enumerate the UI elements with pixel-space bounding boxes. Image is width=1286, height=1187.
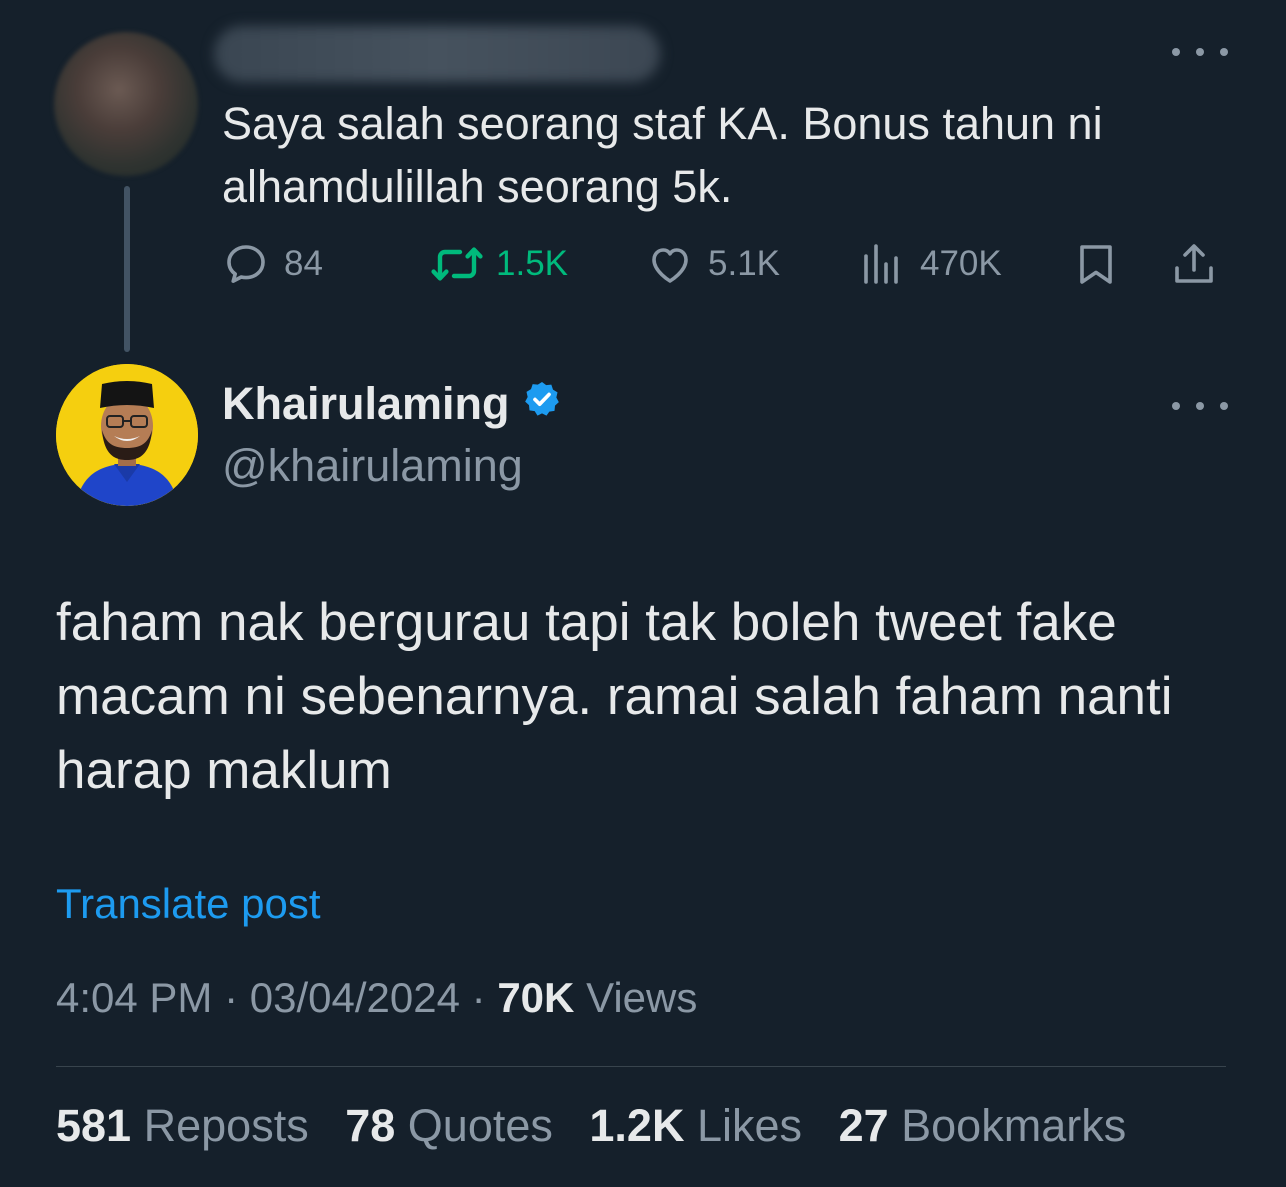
author-handle[interactable]: @khairulaming xyxy=(222,440,523,492)
share-icon xyxy=(1175,244,1213,283)
stat-count: 78 xyxy=(345,1100,396,1151)
bookmarks-stat[interactable]: 27 Bookmarks xyxy=(839,1100,1127,1151)
translate-post-link[interactable]: Translate post xyxy=(56,880,321,928)
repost-icon xyxy=(431,247,483,281)
like-icon xyxy=(652,248,688,283)
parent-author-avatar[interactable] xyxy=(54,32,198,176)
like-count: 5.1K xyxy=(708,244,780,283)
repost-count: 1.5K xyxy=(496,244,568,283)
more-dot-icon xyxy=(1220,48,1228,56)
tweet-detail-page: Saya salah seorang staf KA. Bonus tahun … xyxy=(0,0,1286,1187)
meta-separator: · xyxy=(224,974,239,1021)
views-label: Views xyxy=(586,974,698,1021)
meta-separator: · xyxy=(471,974,486,1021)
stat-label: Reposts xyxy=(143,1100,309,1151)
more-options-button[interactable] xyxy=(1172,392,1228,420)
stat-count: 581 xyxy=(56,1100,132,1151)
more-dot-icon xyxy=(1196,48,1204,56)
quotes-stat[interactable]: 78 Quotes xyxy=(345,1100,553,1151)
parent-tweet-text: Saya salah seorang staf KA. Bonus tahun … xyxy=(222,98,1103,212)
stat-label: Quotes xyxy=(407,1100,553,1151)
parent-author-name-redacted xyxy=(214,26,660,82)
tweet-date[interactable]: 03/04/2024 xyxy=(250,974,460,1021)
verified-badge-icon xyxy=(522,378,562,430)
reply-count: 84 xyxy=(284,244,323,283)
likes-stat[interactable]: 1.2K Likes xyxy=(589,1100,802,1151)
tweet-metadata: 4:04 PM · 03/04/2024 · 70K Views xyxy=(56,974,697,1022)
bookmark-icon xyxy=(1080,245,1112,284)
more-dot-icon xyxy=(1172,48,1180,56)
more-dot-icon xyxy=(1220,402,1228,410)
tweet-text: faham nak bergurau tapi tak boleh tweet … xyxy=(56,593,1173,800)
reposts-stat[interactable]: 581 Reposts xyxy=(56,1100,309,1151)
stat-count: 27 xyxy=(838,1100,889,1151)
parent-more-options-button[interactable] xyxy=(1172,38,1228,66)
repost-button[interactable]: 1.5K xyxy=(430,234,568,294)
more-dot-icon xyxy=(1196,402,1204,410)
author-name-row[interactable]: Khairulaming xyxy=(222,378,562,430)
tweet-time[interactable]: 4:04 PM xyxy=(56,974,212,1021)
parent-action-bar: 84 1.5K 5.1K 470K xyxy=(222,234,1232,294)
reply-button[interactable]: 84 xyxy=(222,234,323,294)
like-button[interactable]: 5.1K xyxy=(646,234,780,294)
views-summary[interactable]: 70K Views xyxy=(497,974,697,1021)
stat-count: 1.2K xyxy=(589,1100,685,1151)
stats-divider xyxy=(56,1066,1226,1067)
author-avatar[interactable] xyxy=(56,364,198,506)
reply-icon xyxy=(227,245,265,283)
views-count: 470K xyxy=(920,244,1002,283)
engagement-stats: 581 Reposts 78 Quotes 1.2K Likes 27 Book… xyxy=(56,1100,1150,1152)
views-total: 70K xyxy=(497,974,575,1021)
share-button[interactable] xyxy=(1170,234,1218,294)
stat-label: Likes xyxy=(696,1100,803,1151)
stat-label: Bookmarks xyxy=(901,1100,1127,1151)
views-button[interactable]: 470K xyxy=(858,234,1002,294)
more-dot-icon xyxy=(1172,402,1180,410)
author-portrait-icon xyxy=(56,364,198,506)
bookmark-button[interactable] xyxy=(1072,234,1120,294)
thread-connector-line xyxy=(124,186,130,352)
author-display-name[interactable]: Khairulaming xyxy=(222,378,510,430)
views-icon xyxy=(864,244,898,284)
